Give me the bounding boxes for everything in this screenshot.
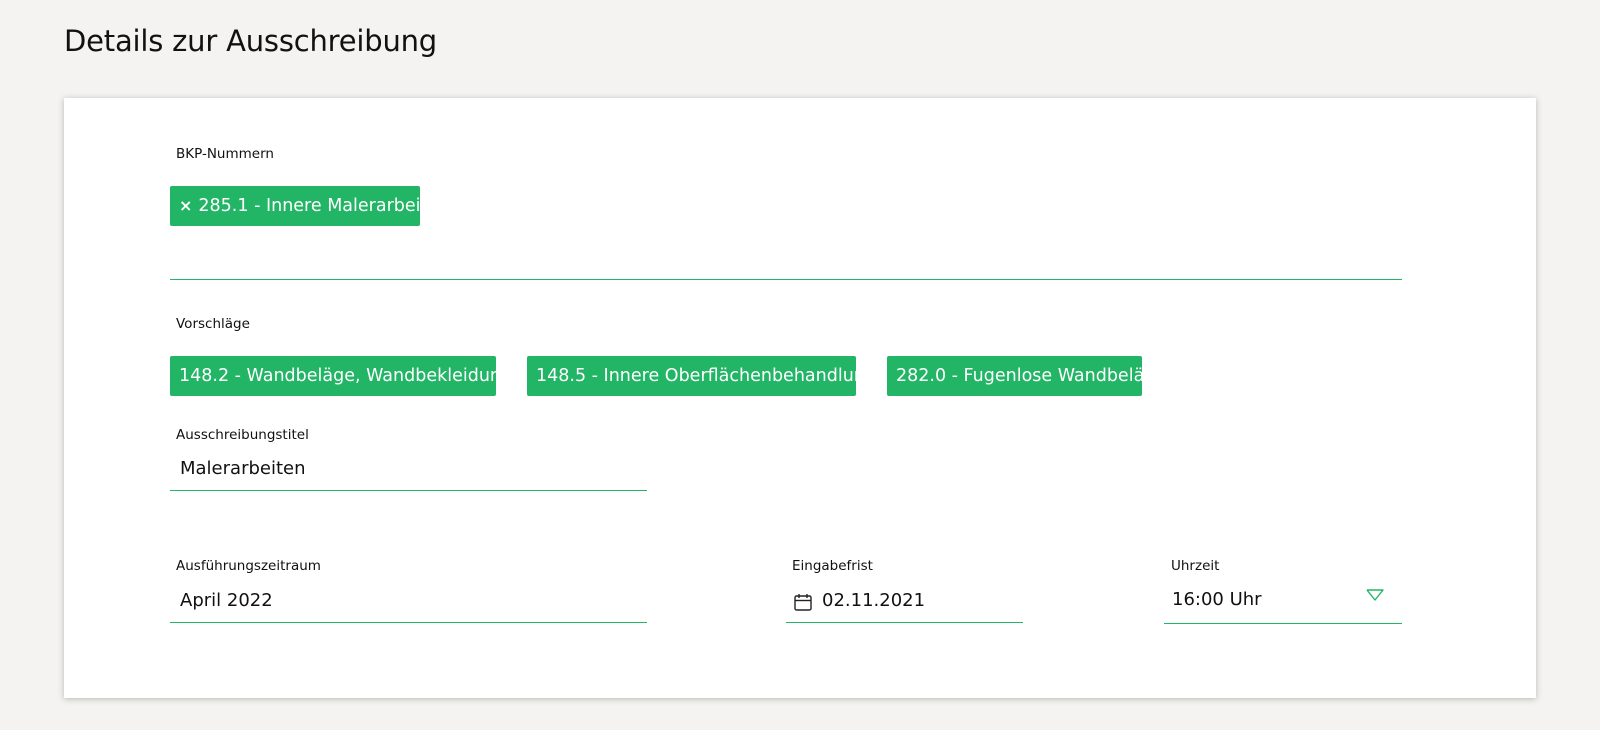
execution-period-value: April 2022 [180, 590, 273, 611]
deadline-value: 02.11.2021 [822, 590, 926, 611]
bkp-tag-label: 285.1 - Innere Malerarbeiten [198, 196, 450, 216]
page-title: Details zur Ausschreibung [64, 24, 438, 58]
bkp-label: BKP-Nummern [176, 146, 274, 162]
execution-period-label: Ausführungszeitraum [176, 558, 321, 574]
deadline-label: Eingabefrist [792, 558, 873, 574]
tender-title-label: Ausschreibungstitel [176, 427, 309, 443]
execution-period-input[interactable]: April 2022 [170, 580, 647, 623]
tender-title-value: Malerarbeiten [180, 458, 306, 479]
suggestion-tag-148-2[interactable]: 148.2 - Wandbeläge, Wandbekleidungen [170, 356, 534, 396]
suggestions-label: Vorschläge [176, 316, 250, 332]
time-label: Uhrzeit [1171, 558, 1220, 574]
time-select[interactable]: 16:00 Uhr [1164, 580, 1402, 624]
remove-tag-icon[interactable]: × [179, 186, 192, 226]
chevron-down-icon[interactable] [1366, 589, 1384, 603]
calendar-icon[interactable] [794, 593, 812, 611]
bkp-input[interactable] [170, 238, 1402, 280]
tender-title-input[interactable]: Malerarbeiten [170, 448, 647, 491]
deadline-input[interactable]: 02.11.2021 [786, 580, 1023, 623]
tender-details-card: BKP-Nummern × 285.1 - Innere Malerarbeite… [64, 98, 1536, 698]
time-value: 16:00 Uhr [1172, 589, 1262, 610]
suggestion-tag-148-5[interactable]: 148.5 - Innere Oberflächenbehandlungen [527, 356, 898, 396]
suggestion-tag-282-0[interactable]: 282.0 - Fugenlose Wandbeläge [887, 356, 1166, 396]
bkp-tag-285-1[interactable]: × 285.1 - Innere Malerarbeiten [170, 186, 449, 226]
